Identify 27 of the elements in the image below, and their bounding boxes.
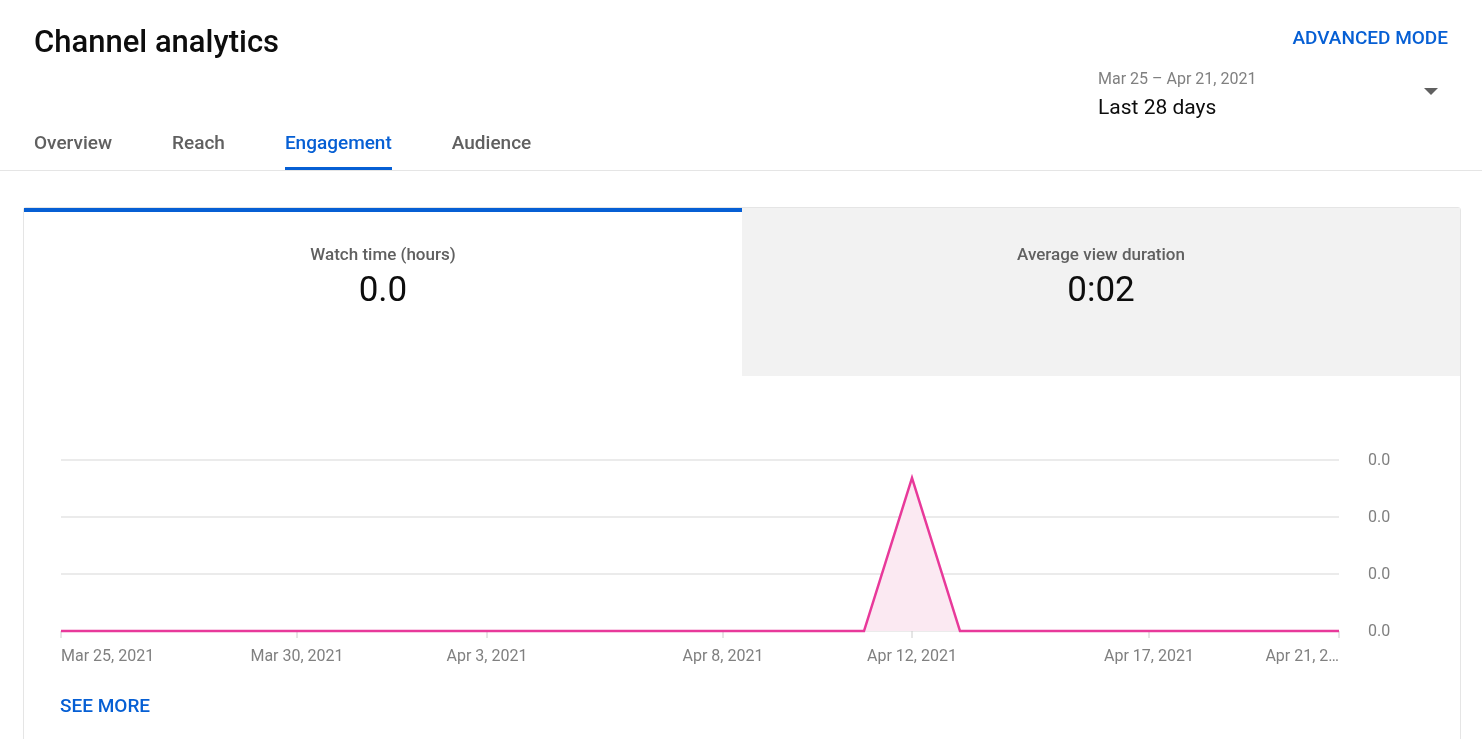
metric-value: 0:02: [1067, 267, 1135, 312]
y-axis-label: 0.0: [1368, 621, 1391, 641]
tab[interactable]: Engagement: [284, 120, 392, 170]
x-axis-label: Apr 8, 2021: [682, 645, 764, 667]
x-axis-label: Apr 21, 2…: [1265, 645, 1339, 667]
metric-tab[interactable]: Average view duration 0:02: [742, 208, 1460, 376]
y-axis-label: 0.0: [1368, 450, 1391, 470]
advanced-mode-link[interactable]: ADVANCED MODE: [1292, 22, 1448, 53]
date-range-text: Mar 25 – Apr 21, 2021: [1098, 68, 1257, 90]
tab[interactable]: Overview: [34, 120, 112, 170]
page-title: Channel analytics: [34, 22, 280, 62]
see-more-link[interactable]: SEE MORE: [60, 692, 151, 721]
metric-label: Average view duration: [1017, 243, 1185, 266]
dropdown-caret-icon: [1424, 88, 1438, 95]
x-axis-label: Apr 17, 2021: [1104, 645, 1194, 667]
y-axis-label: 0.0: [1368, 564, 1391, 584]
date-range-value: Last 28 days: [1098, 94, 1218, 121]
metric-label: Watch time (hours): [310, 243, 456, 266]
date-range-dropdown[interactable]: Mar 25 – Apr 21, 2021 Last 28 days: [1098, 68, 1448, 122]
metric-value: 0.0: [358, 267, 408, 312]
y-axis-label: 0.0: [1368, 507, 1391, 527]
x-axis-label: Mar 25, 2021: [61, 645, 155, 667]
tab[interactable]: Audience: [451, 120, 532, 170]
x-axis-label: Mar 30, 2021: [250, 645, 344, 667]
x-axis-label: Apr 12, 2021: [867, 645, 957, 667]
x-axis-label: Apr 3, 2021: [446, 645, 528, 667]
tab[interactable]: Reach: [172, 120, 225, 170]
